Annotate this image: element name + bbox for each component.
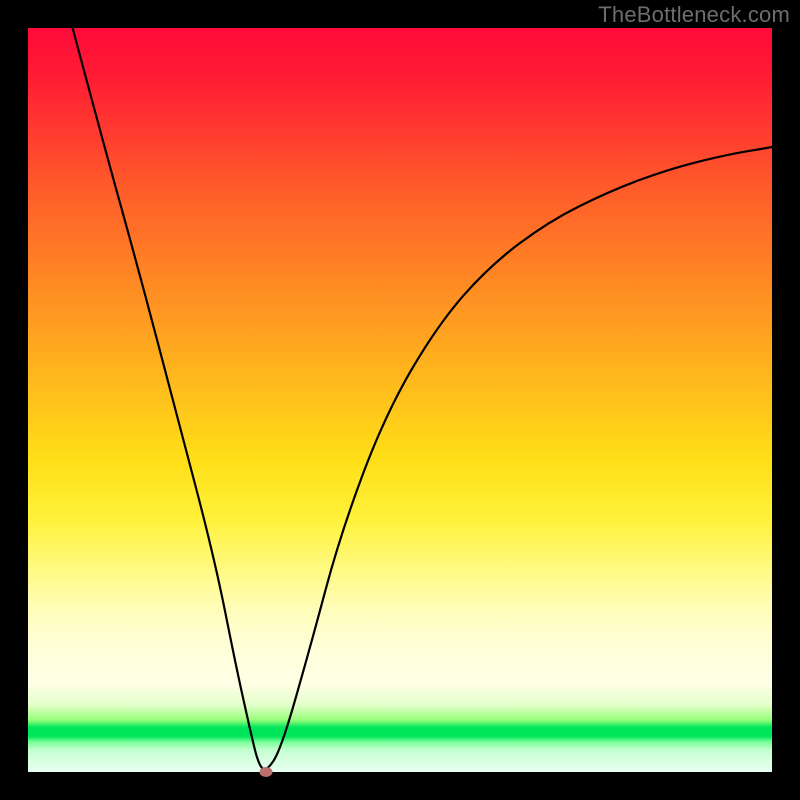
bottleneck-curve — [28, 28, 772, 772]
minimum-marker — [260, 767, 273, 777]
plot-area — [28, 28, 772, 772]
watermark-text: TheBottleneck.com — [598, 2, 790, 28]
chart-frame: TheBottleneck.com — [0, 0, 800, 800]
